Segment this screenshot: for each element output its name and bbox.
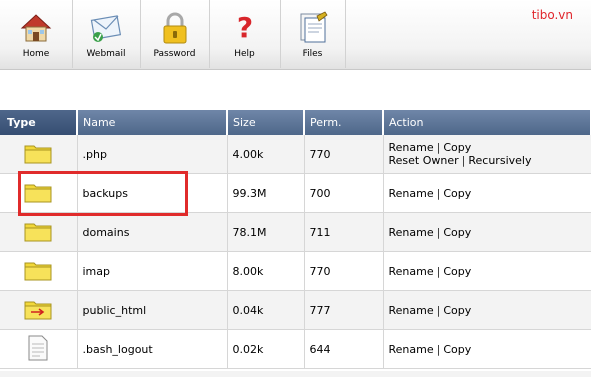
file-size: 0.02k	[227, 329, 305, 369]
file-size: 4.00k	[227, 135, 305, 174]
column-header-action: Action	[383, 110, 591, 135]
rename-link[interactable]: Rename	[389, 141, 434, 154]
file-size: 78.1M	[227, 212, 305, 252]
svg-text:?: ?	[236, 11, 252, 44]
column-header-perm[interactable]: Perm.	[304, 110, 384, 135]
separator: |	[436, 342, 441, 356]
file-perm[interactable]: 777	[304, 290, 384, 330]
password-label: Password	[153, 49, 196, 59]
rename-link[interactable]: Rename	[389, 226, 434, 239]
home-icon	[20, 14, 52, 42]
separator: |	[436, 225, 441, 239]
copy-link[interactable]: Copy	[443, 343, 471, 356]
file-perm[interactable]: 711	[304, 212, 384, 252]
type-cell	[0, 251, 78, 291]
folder-link-icon[interactable]	[24, 298, 52, 320]
rename-link[interactable]: Rename	[389, 343, 434, 356]
file-size: 8.00k	[227, 251, 305, 291]
brand-watermark: tibo.vn	[531, 8, 573, 22]
file-perm[interactable]: 770	[304, 135, 384, 174]
column-header-type[interactable]: Type	[0, 110, 78, 135]
file-name[interactable]: .php	[77, 135, 228, 174]
file-name[interactable]: .bash_logout	[77, 329, 228, 369]
next-row-partial	[0, 371, 591, 377]
table-row: public_html 0.04k 777 Rename | Copy	[0, 290, 591, 330]
help-label: Help	[234, 49, 255, 59]
action-cell: Rename | Copy	[383, 329, 591, 369]
action-cell: Rename | Copy	[383, 251, 591, 291]
table-row: .bash_logout 0.02k 644 Rename | Copy	[0, 329, 591, 369]
home-label: Home	[22, 49, 50, 59]
webmail-button[interactable]: Webmail	[72, 0, 141, 68]
file-perm[interactable]: 700	[304, 173, 384, 213]
password-button[interactable]: Password	[140, 0, 210, 68]
table-header-row: Type Name Size Perm. Action	[0, 110, 591, 135]
copy-link[interactable]: Copy	[443, 187, 471, 200]
copy-link[interactable]: Copy	[443, 141, 471, 154]
files-label: Files	[302, 49, 323, 59]
file-name[interactable]: public_html	[77, 290, 228, 330]
separator: |	[436, 303, 441, 317]
type-cell	[0, 290, 78, 330]
lock-icon	[163, 12, 186, 44]
separator: |	[436, 264, 441, 278]
table-row: domains 78.1M 711 Rename | Copy	[0, 212, 591, 252]
top-toolbar: Home Webmail Password ? Help Files tibo.…	[0, 0, 591, 70]
highlight-box	[18, 171, 188, 216]
separator: |	[461, 154, 466, 167]
webmail-label: Webmail	[86, 49, 126, 59]
type-cell	[0, 135, 78, 174]
folder-icon[interactable]	[24, 142, 52, 164]
copy-link[interactable]: Copy	[443, 304, 471, 317]
rename-link[interactable]: Rename	[389, 304, 434, 317]
copy-link[interactable]: Copy	[443, 226, 471, 239]
help-icon: ?	[236, 11, 252, 44]
file-icon[interactable]	[28, 335, 48, 361]
table-row: imap 8.00k 770 Rename | Copy	[0, 251, 591, 291]
action-cell: Rename | Copy Reset Owner | Recursively	[383, 135, 591, 174]
recursively-link[interactable]: Recursively	[468, 154, 531, 167]
action-cell: Rename | Copy	[383, 290, 591, 330]
type-cell	[0, 329, 78, 369]
column-header-size[interactable]: Size	[227, 110, 305, 135]
action-cell: Rename | Copy	[383, 212, 591, 252]
files-button[interactable]: Files	[280, 0, 346, 68]
copy-link[interactable]: Copy	[443, 265, 471, 278]
rename-link[interactable]: Rename	[389, 265, 434, 278]
file-table: Type Name Size Perm. Action .php 4.00k 7…	[0, 110, 591, 369]
reset-owner-link[interactable]: Reset Owner	[389, 154, 459, 167]
file-name[interactable]: imap	[77, 251, 228, 291]
file-size: 99.3M	[227, 173, 305, 213]
type-cell	[0, 212, 78, 252]
action-cell: Rename | Copy	[383, 173, 591, 213]
column-header-name[interactable]: Name	[77, 110, 228, 135]
table-row: .php 4.00k 770 Rename | Copy Reset Owner | R…	[0, 135, 591, 174]
rename-link[interactable]: Rename	[389, 187, 434, 200]
folder-icon[interactable]	[24, 220, 52, 242]
webmail-icon	[90, 15, 122, 42]
files-icon	[300, 11, 328, 43]
file-name[interactable]: domains	[77, 212, 228, 252]
separator: |	[436, 141, 441, 154]
file-perm[interactable]: 770	[304, 251, 384, 291]
home-button[interactable]: Home	[0, 0, 73, 68]
file-size: 0.04k	[227, 290, 305, 330]
separator: |	[436, 186, 441, 200]
folder-icon[interactable]	[24, 259, 52, 281]
file-perm[interactable]: 644	[304, 329, 384, 369]
help-button[interactable]: ? Help	[209, 0, 281, 68]
